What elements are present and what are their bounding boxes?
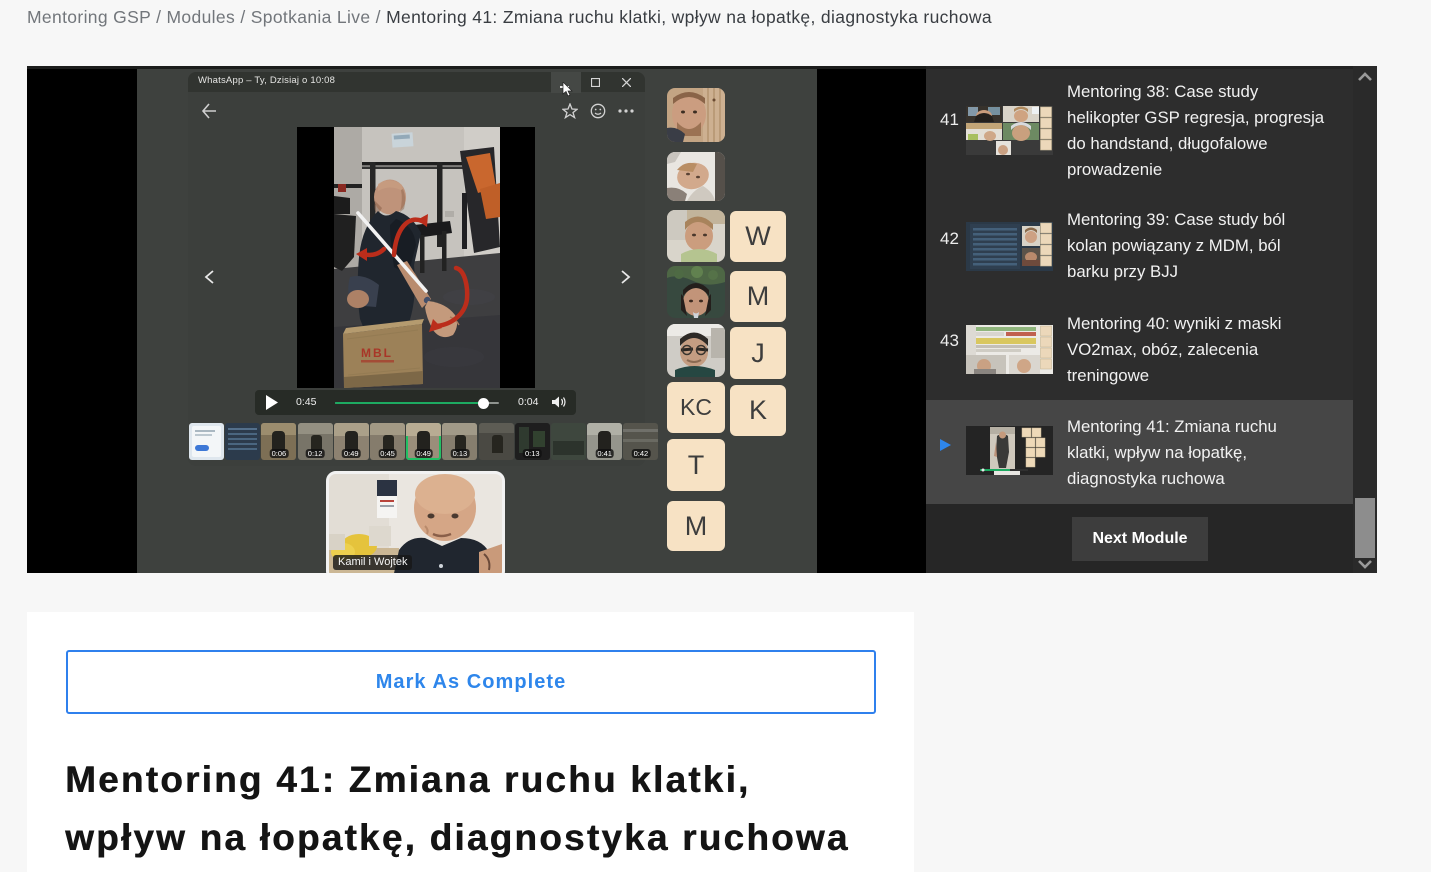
svg-text:MBL: MBL xyxy=(361,346,393,360)
